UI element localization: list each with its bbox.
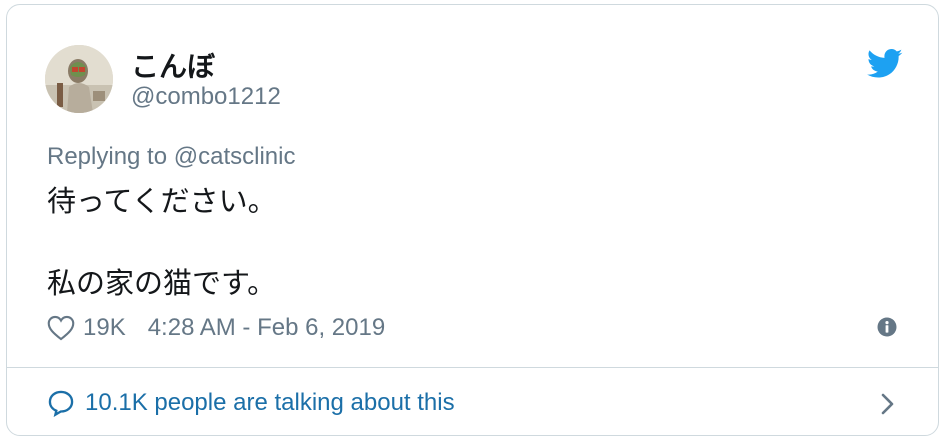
user-handle[interactable]: @combo1212 bbox=[131, 83, 281, 111]
heart-icon[interactable] bbox=[47, 315, 75, 341]
tweet-line bbox=[47, 222, 277, 263]
tweet-line: 待ってください。 bbox=[47, 184, 277, 218]
tweet-line: 私の家の猫です。 bbox=[47, 266, 277, 300]
embedded-tweet-card[interactable]: こんぼ @combo1212 Replying to @catsclinic 待… bbox=[6, 4, 939, 436]
conversation-text[interactable]: 10.1K people are talking about this bbox=[85, 389, 455, 417]
conversation-link[interactable]: 10.1K people are talking about this bbox=[47, 385, 455, 421]
tweet-meta: 19K 4:28 AM - Feb 6, 2019 bbox=[47, 313, 385, 343]
divider bbox=[7, 367, 938, 368]
display-name[interactable]: こんぼ bbox=[131, 45, 215, 85]
chevron-right-icon[interactable] bbox=[877, 391, 897, 417]
avatar[interactable] bbox=[45, 45, 113, 113]
avatar-image bbox=[45, 45, 113, 113]
tweet-timestamp[interactable]: 4:28 AM - Feb 6, 2019 bbox=[148, 314, 385, 342]
info-icon[interactable] bbox=[877, 317, 897, 337]
speech-bubble-icon bbox=[48, 390, 74, 417]
twitter-bird-icon[interactable] bbox=[867, 49, 903, 79]
tweet-text: 待ってください。 私の家の猫です。 bbox=[47, 181, 277, 304]
reply-mention-link[interactable]: @catsclinic bbox=[174, 143, 296, 170]
reply-prefix: Replying to bbox=[47, 143, 168, 170]
reply-context: Replying to @catsclinic bbox=[47, 143, 295, 171]
like-count[interactable]: 19K bbox=[83, 314, 126, 342]
